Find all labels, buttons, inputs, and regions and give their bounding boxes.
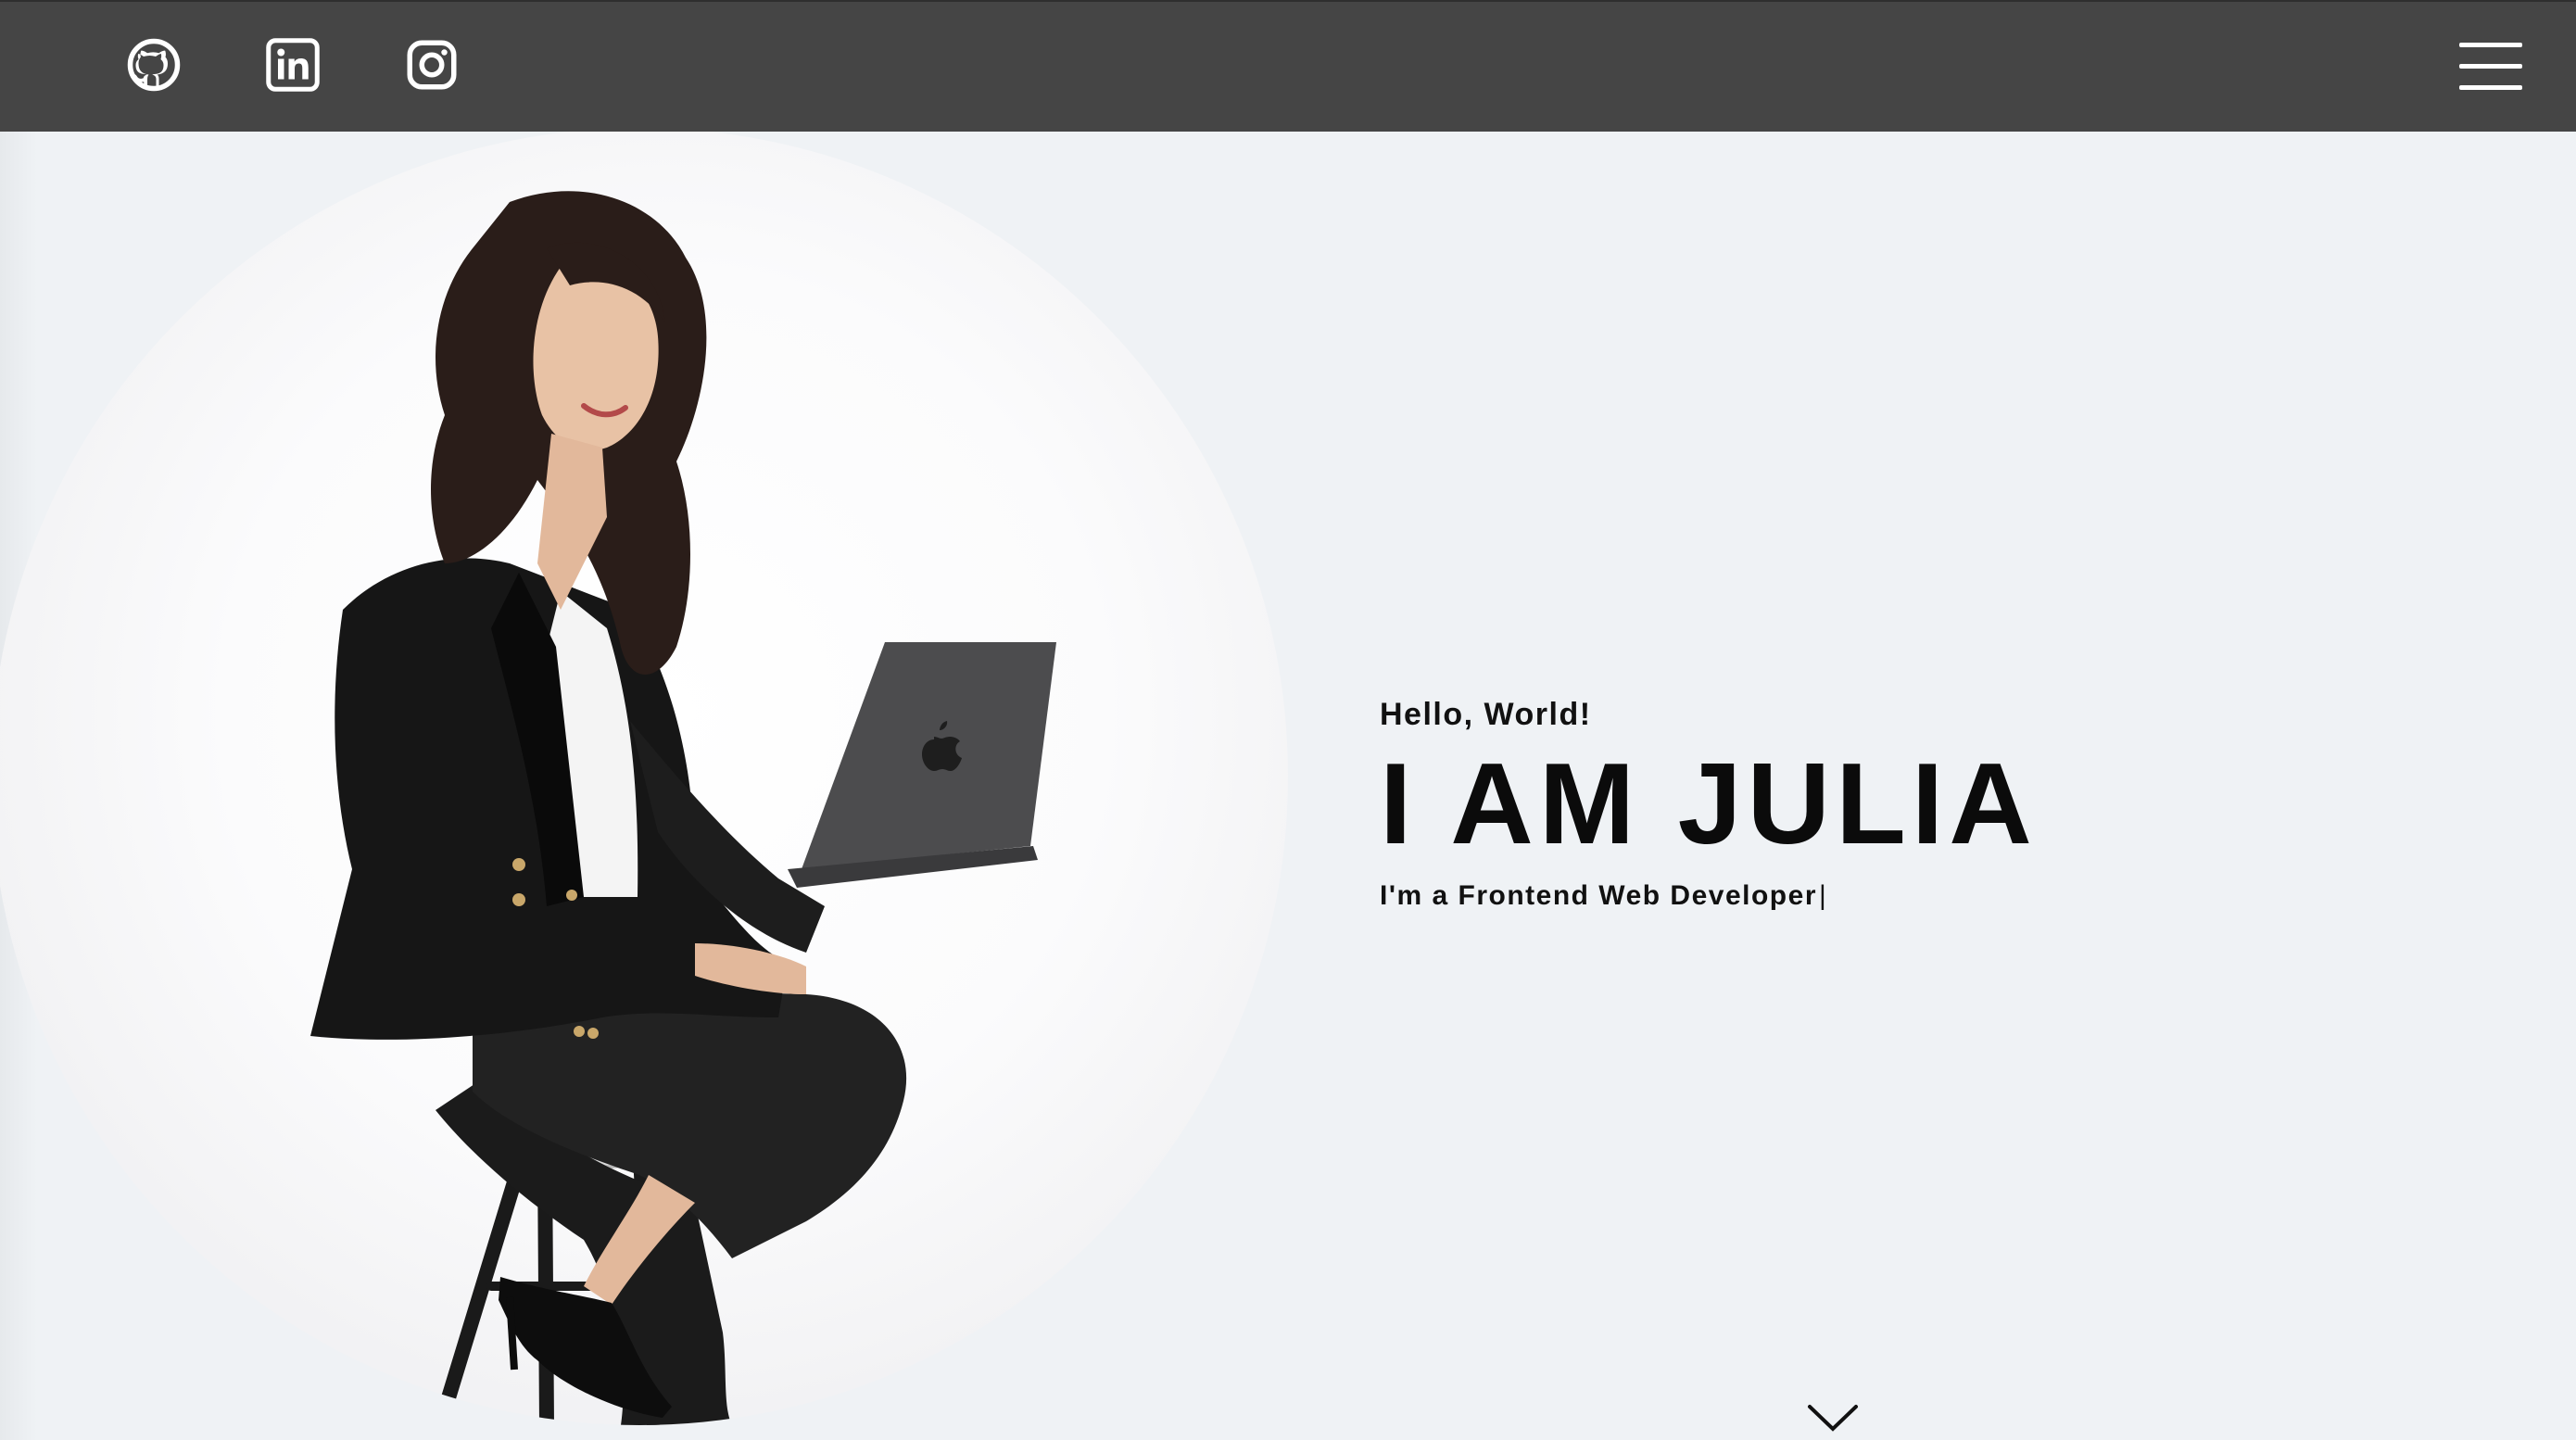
hero-section: Hello, World! I AM JULIA I'm a Frontend … <box>0 132 2576 1440</box>
top-navigation-bar <box>0 0 2576 132</box>
profile-photo-circle <box>0 132 1288 1425</box>
scroll-down-button[interactable] <box>1807 1403 1859 1433</box>
intro-text-block: Hello, World! I AM JULIA I'm a Frontend … <box>1380 699 2038 910</box>
hamburger-line <box>2459 64 2522 69</box>
greeting-text: Hello, World! <box>1380 697 1592 732</box>
linkedin-link[interactable] <box>263 35 322 95</box>
instagram-icon <box>407 40 457 90</box>
hamburger-menu-button[interactable] <box>2459 39 2522 93</box>
hamburger-line <box>2459 85 2522 90</box>
github-link[interactable] <box>124 35 183 95</box>
instagram-link[interactable] <box>402 35 461 95</box>
typing-cursor: | <box>1819 880 1828 911</box>
headline-name: I AM JULIA <box>1380 740 2038 868</box>
profile-photo <box>310 191 1056 1425</box>
chevron-down-icon <box>1808 1405 1858 1432</box>
typed-subtitle: I'm a Frontend Web Developer| <box>1380 882 2038 910</box>
subtitle-text: I'm a Frontend Web Developer <box>1380 880 1817 911</box>
linkedin-icon <box>266 38 320 92</box>
github-icon <box>127 38 181 92</box>
hamburger-line <box>2459 43 2522 47</box>
